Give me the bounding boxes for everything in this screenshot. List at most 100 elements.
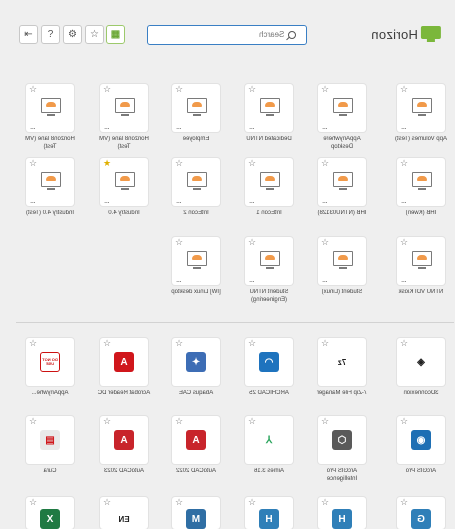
favorite-star-icon[interactable]: ☆ — [400, 498, 408, 507]
desktop-tile[interactable]: ☆... — [26, 158, 74, 206]
favorite-star-icon[interactable]: ☆ — [321, 498, 329, 507]
more-options-icon[interactable]: ... — [30, 197, 36, 205]
more-options-icon[interactable]: ... — [176, 197, 182, 205]
app-tile[interactable]: ☆ H — [245, 497, 293, 529]
tile-label: IntEcon 1 — [256, 210, 282, 216]
app-tile[interactable]: ☆ A — [172, 416, 220, 464]
favorite-star-icon[interactable]: ☆ — [29, 159, 37, 168]
more-options-icon[interactable]: ... — [249, 276, 255, 284]
favorite-star-icon[interactable]: ☆ — [175, 85, 183, 94]
desktop-tile[interactable]: ☆... — [172, 84, 220, 132]
app-tile[interactable]: ☆ ✦ — [172, 338, 220, 386]
favorite-star-icon[interactable]: ☆ — [103, 417, 111, 426]
app-tile[interactable]: ☆ DO NOT USE — [26, 338, 74, 386]
app-tile[interactable]: ☆ ◈ — [397, 338, 445, 386]
desktop-tile[interactable]: ☆... — [172, 237, 220, 285]
favorite-star-icon[interactable]: ☆ — [321, 238, 329, 247]
tile-label: 3Dconnexion — [403, 390, 439, 396]
more-options-icon[interactable]: ... — [322, 123, 328, 131]
search-input[interactable]: Search — [147, 25, 307, 45]
more-options-icon[interactable]: ... — [30, 123, 36, 131]
favorite-star-icon[interactable]: ☆ — [29, 85, 37, 94]
favorite-star-icon[interactable]: ☆ — [103, 498, 111, 507]
app-tile[interactable]: ☆ H — [318, 497, 366, 529]
tile-label: IntEcon 2 — [183, 210, 209, 216]
desktop-tile[interactable]: ☆... — [245, 158, 293, 206]
desktop-tile[interactable]: ☆... — [318, 84, 366, 132]
favorite-star-icon[interactable]: ☆ — [321, 85, 329, 94]
desktop-tile[interactable]: ☆... — [172, 158, 220, 206]
app-tile[interactable]: ☆ M — [172, 497, 220, 529]
hyper-h-icon: H — [259, 509, 279, 529]
more-options-icon[interactable]: ... — [176, 276, 182, 284]
app-tile[interactable]: ☆ ◠ — [245, 338, 293, 386]
favorite-star-icon[interactable]: ☆ — [103, 339, 111, 348]
favorite-star-icon[interactable]: ☆ — [248, 417, 256, 426]
favorite-star-icon[interactable]: ☆ — [175, 417, 183, 426]
favorite-star-icon[interactable]: ☆ — [175, 238, 183, 247]
desktop-monitor-icon — [41, 172, 61, 190]
desktop-tile[interactable]: ☆... — [245, 237, 293, 285]
more-options-icon[interactable]: ... — [322, 197, 328, 205]
more-options-icon[interactable]: ... — [322, 276, 328, 284]
favorite-star-icon[interactable]: ☆ — [29, 339, 37, 348]
favorite-star-icon[interactable]: ☆ — [248, 159, 256, 168]
favorite-star-icon[interactable]: ☆ — [400, 159, 408, 168]
desktop-tile[interactable]: ☆... — [397, 84, 445, 132]
app-tile[interactable]: ☆ X — [26, 497, 74, 529]
favorite-star-icon[interactable]: ☆ — [29, 417, 37, 426]
favorite-star-icon[interactable]: ☆ — [175, 498, 183, 507]
favorite-star-icon[interactable]: ☆ — [400, 85, 408, 94]
favorite-star-icon[interactable]: ☆ — [29, 498, 37, 507]
more-options-icon[interactable]: ... — [401, 123, 407, 131]
more-options-icon[interactable]: ... — [176, 123, 182, 131]
desktop-tile[interactable]: ☆... — [100, 84, 148, 132]
search-icon — [288, 31, 296, 39]
apps-grid-button[interactable]: ▦ — [106, 25, 125, 44]
favorite-star-icon[interactable]: ☆ — [248, 498, 256, 507]
favorite-star-icon[interactable]: ☆ — [400, 238, 408, 247]
app-tile[interactable]: ☆ ⬡ — [318, 416, 366, 464]
help-button[interactable]: ? — [41, 25, 60, 44]
favorite-star-icon[interactable]: ☆ — [321, 417, 329, 426]
desktop-tile[interactable]: ☆... — [318, 237, 366, 285]
favorite-star-icon[interactable]: ☆ — [400, 417, 408, 426]
favorites-button[interactable]: ☆ — [85, 25, 104, 44]
desktop-tile[interactable]: ☆... — [318, 158, 366, 206]
favorite-star-icon[interactable]: ☆ — [103, 85, 111, 94]
app-tile[interactable]: ☆ 7z — [318, 338, 366, 386]
app-tile[interactable]: ☆ ▤ — [26, 416, 74, 464]
tile-label: AutoCAD 2022 — [175, 468, 217, 474]
favorite-star-icon[interactable]: ☆ — [321, 159, 329, 168]
logout-button[interactable]: ⇤ — [19, 25, 38, 44]
app-tile[interactable]: ☆ A — [100, 416, 148, 464]
settings-button[interactable]: ⚙ — [63, 25, 82, 44]
desktop-tile[interactable]: ☆... — [245, 84, 293, 132]
favorite-star-icon[interactable]: ☆ — [248, 85, 256, 94]
app-tile[interactable]: ☆ A — [100, 338, 148, 386]
app-tile[interactable]: ☆ G — [397, 497, 445, 529]
desktop-tile[interactable]: ☆... — [26, 84, 74, 132]
tile-label: Student (Linux) — [321, 289, 363, 295]
app-tile[interactable]: ☆ EN — [100, 497, 148, 529]
favorite-star-icon[interactable]: ☆ — [321, 339, 329, 348]
more-options-icon[interactable]: ... — [249, 197, 255, 205]
favorite-star-icon[interactable]: ☆ — [175, 339, 183, 348]
desktop-tile[interactable]: ★... — [100, 158, 148, 206]
more-options-icon[interactable]: ... — [401, 276, 407, 284]
app-tile[interactable]: ☆ ⅄ — [245, 416, 293, 464]
desktop-tile[interactable]: ☆... — [397, 237, 445, 285]
more-options-icon[interactable]: ... — [104, 197, 110, 205]
more-options-icon[interactable]: ... — [249, 123, 255, 131]
more-options-icon[interactable]: ... — [401, 197, 407, 205]
favorite-star-icon[interactable]: ☆ — [248, 238, 256, 247]
tile-label: ArcGIS Pro Intelligence — [326, 468, 358, 482]
favorite-star-icon[interactable]: ☆ — [248, 339, 256, 348]
favorite-star-icon[interactable]: ★ — [103, 159, 111, 168]
favorite-star-icon[interactable]: ☆ — [400, 339, 408, 348]
app-tile[interactable]: ☆ ◉ — [397, 416, 445, 464]
favorite-star-icon[interactable]: ☆ — [175, 159, 183, 168]
more-options-icon[interactable]: ... — [104, 123, 110, 131]
arcgis-intel-icon: ⬡ — [332, 430, 352, 450]
desktop-tile[interactable]: ☆... — [397, 158, 445, 206]
